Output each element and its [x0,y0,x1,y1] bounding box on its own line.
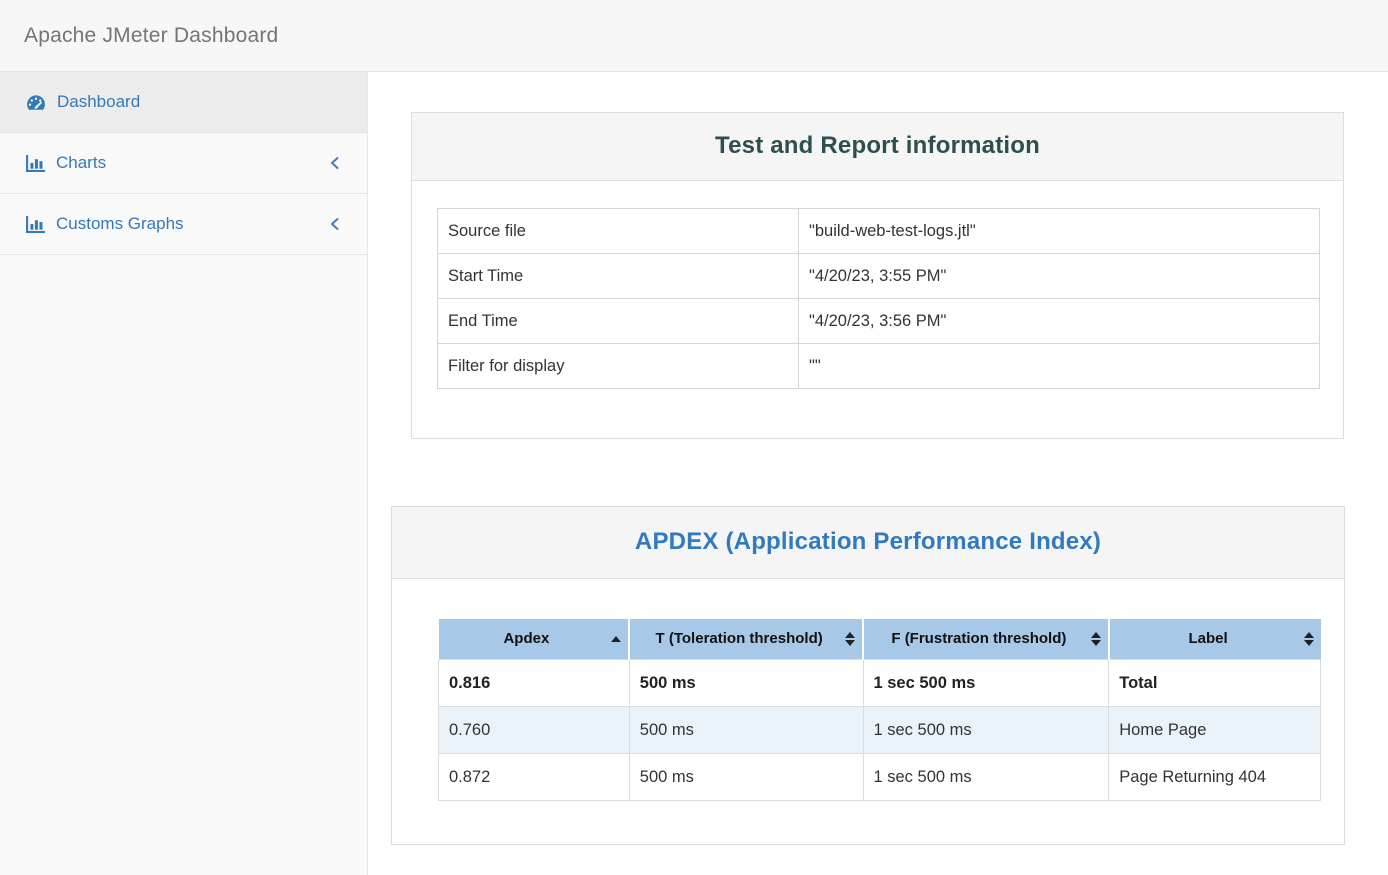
label-value: Page Returning 404 [1109,753,1321,800]
bar-chart-icon [26,216,45,233]
page-layout: Dashboard Charts [0,72,1388,875]
apdex-table: Apdex T (Toleration threshold) F (Frustr… [438,619,1321,801]
apdex-value: 0.872 [439,753,630,800]
sidebar-item-charts[interactable]: Charts [0,133,367,194]
bar-chart-icon [26,155,45,172]
sidebar-item-label: Dashboard [57,92,140,112]
column-header-label[interactable]: Label [1109,619,1321,659]
panel-heading: APDEX (Application Performance Index) [392,507,1344,579]
app-header: Apache JMeter Dashboard [0,0,1388,72]
chevron-left-icon [329,156,340,171]
table-row: Filter for display "" [438,344,1320,389]
column-label: Apdex [503,630,549,647]
sort-asc-icon [611,636,621,642]
info-label: Filter for display [438,344,799,389]
main-content: Test and Report information Source file … [368,72,1388,875]
sidebar-item-dashboard[interactable]: Dashboard [0,72,367,133]
table-row: Start Time "4/20/23, 3:55 PM" [438,254,1320,299]
apdex-panel: APDEX (Application Performance Index) Ap… [391,506,1345,845]
apdex-row-total: 0.816 500 ms 1 sec 500 ms Total [439,659,1321,706]
apdex-value: 0.816 [439,659,630,706]
toleration-value: 500 ms [629,706,863,753]
panel-heading: Test and Report information [412,113,1343,181]
panel-body: Source file "build-web-test-logs.jtl" St… [412,181,1343,438]
column-label: Label [1189,630,1228,647]
test-report-info-panel: Test and Report information Source file … [411,112,1344,439]
table-row: End Time "4/20/23, 3:56 PM" [438,299,1320,344]
panel-title: APDEX (Application Performance Index) [407,528,1329,556]
apdex-row: 0.760 500 ms 1 sec 500 ms Home Page [439,706,1321,753]
apdex-value: 0.760 [439,706,630,753]
test-info-table: Source file "build-web-test-logs.jtl" St… [437,208,1320,389]
info-label: Source file [438,209,799,254]
sidebar-item-customs-graphs[interactable]: Customs Graphs [0,194,367,255]
sidebar: Dashboard Charts [0,72,368,875]
info-value: "4/20/23, 3:55 PM" [799,254,1320,299]
sort-icon [1304,632,1314,646]
tachometer-icon [26,94,46,111]
toleration-value: 500 ms [629,659,863,706]
frustration-value: 1 sec 500 ms [863,659,1109,706]
info-value: "build-web-test-logs.jtl" [799,209,1320,254]
app-title: Apache JMeter Dashboard [24,24,278,48]
column-label: T (Toleration threshold) [656,630,823,647]
info-value: "" [799,344,1320,389]
column-label: F (Frustration threshold) [891,630,1066,647]
sort-icon [845,632,855,646]
toleration-value: 500 ms [629,753,863,800]
label-value: Total [1109,659,1321,706]
chevron-left-icon [329,217,340,232]
table-header-row: Apdex T (Toleration threshold) F (Frustr… [439,619,1321,659]
label-value: Home Page [1109,706,1321,753]
frustration-value: 1 sec 500 ms [863,753,1109,800]
panel-body: Apdex T (Toleration threshold) F (Frustr… [392,579,1344,844]
sidebar-item-label: Charts [56,153,106,173]
sidebar-item-label: Customs Graphs [56,214,184,234]
column-header-frustration[interactable]: F (Frustration threshold) [863,619,1109,659]
panel-title: Test and Report information [427,132,1328,160]
sort-icon [1091,632,1101,646]
info-label: Start Time [438,254,799,299]
info-value: "4/20/23, 3:56 PM" [799,299,1320,344]
apdex-row: 0.872 500 ms 1 sec 500 ms Page Returning… [439,753,1321,800]
column-header-apdex[interactable]: Apdex [439,619,630,659]
table-row: Source file "build-web-test-logs.jtl" [438,209,1320,254]
info-label: End Time [438,299,799,344]
column-header-toleration[interactable]: T (Toleration threshold) [629,619,863,659]
frustration-value: 1 sec 500 ms [863,706,1109,753]
